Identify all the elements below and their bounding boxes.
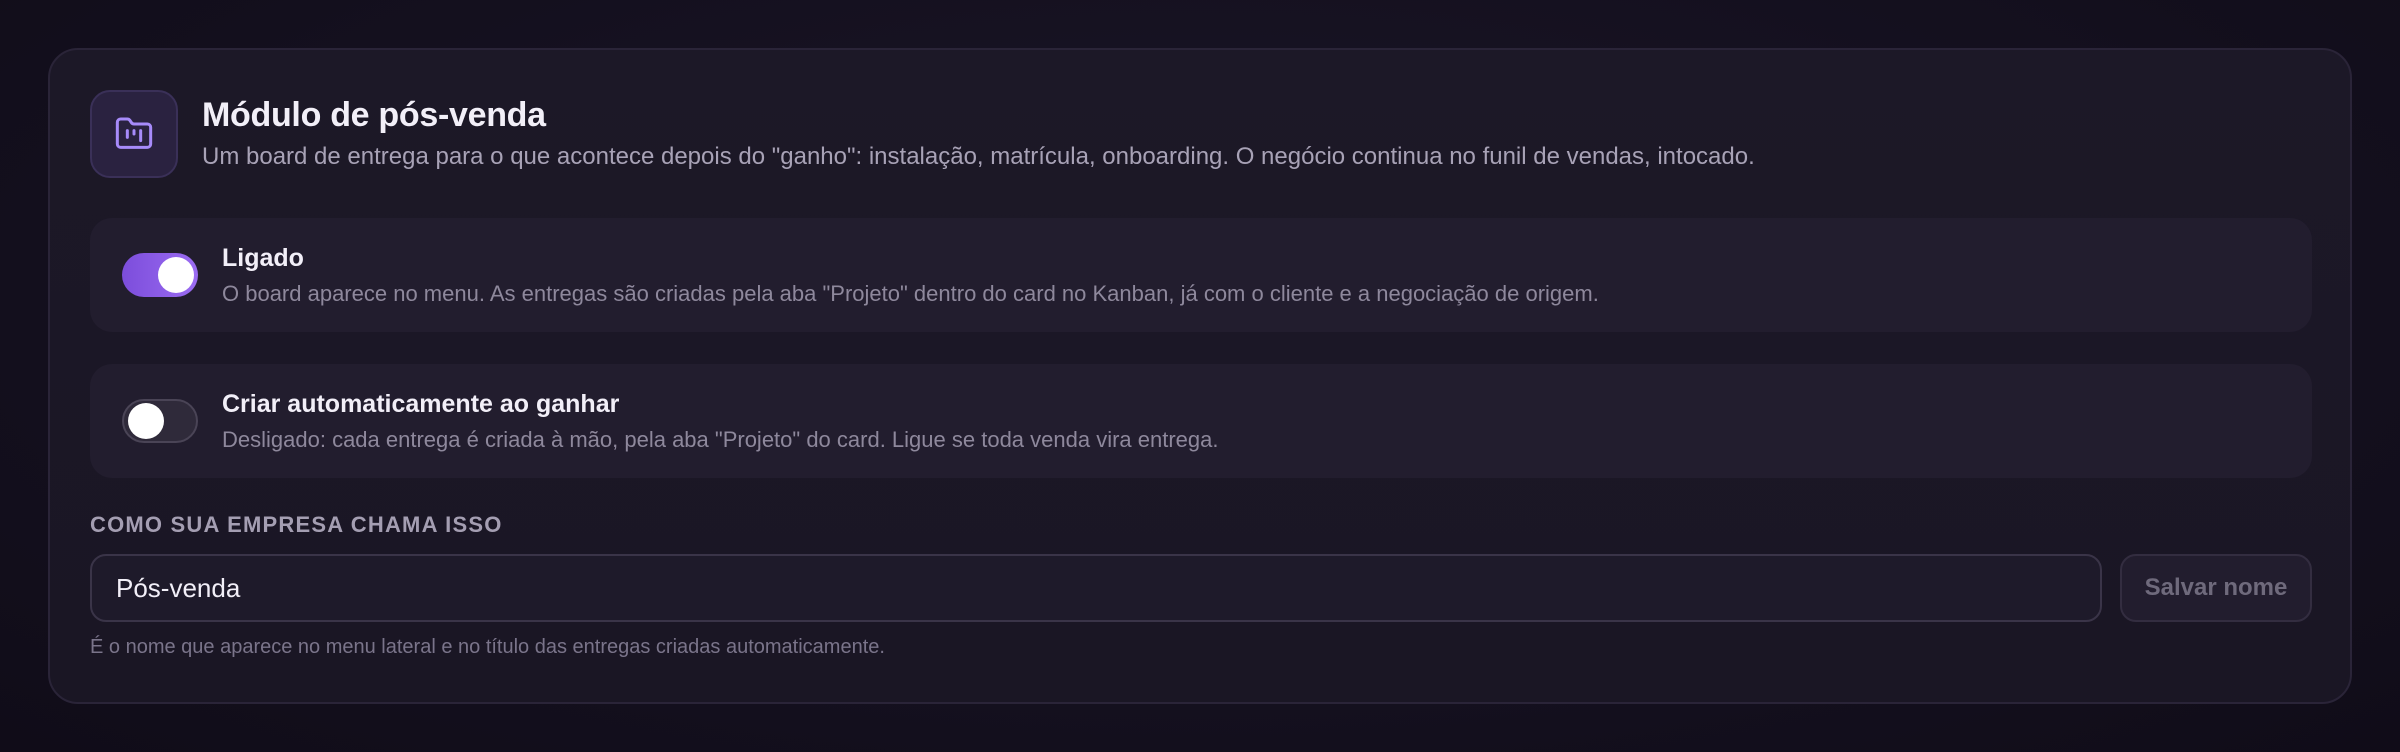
auto-create-toggle[interactable] — [122, 399, 198, 443]
enabled-description: O board aparece no menu. As entregas são… — [222, 280, 1599, 306]
auto-create-setting-row: Criar automaticamente ao ganhar Desligad… — [90, 364, 2312, 478]
enabled-title: Ligado — [222, 243, 304, 272]
naming-helper-text: É o nome que aparece no menu lateral e n… — [90, 636, 885, 658]
auto-create-title: Criar automaticamente ao ganhar — [222, 389, 620, 418]
module-header-text: Módulo de pós-venda Um board de entrega … — [202, 96, 1755, 171]
post-sale-module-card: Módulo de pós-venda Um board de entrega … — [48, 48, 2352, 704]
folder-kanban-icon — [90, 90, 178, 178]
auto-create-description: Desligado: cada entrega é criada à mão, … — [222, 426, 1219, 452]
save-name-button[interactable]: Salvar nome — [2120, 554, 2312, 622]
module-title: Módulo de pós-venda — [202, 96, 546, 134]
enabled-setting-row: Ligado O board aparece no menu. As entre… — [90, 218, 2312, 332]
toggle-knob — [128, 403, 164, 439]
enabled-setting-text: Ligado O board aparece no menu. As entre… — [222, 244, 1599, 307]
module-header: Módulo de pós-venda Um board de entrega … — [90, 90, 1755, 178]
auto-create-setting-text: Criar automaticamente ao ganhar Desligad… — [222, 390, 1219, 453]
module-subtitle: Um board de entrega para o que acontece … — [202, 143, 1755, 170]
naming-section-label: COMO SUA EMPRESA CHAMA ISSO — [90, 512, 503, 537]
toggle-knob — [158, 257, 194, 293]
enabled-toggle[interactable] — [122, 253, 198, 297]
module-name-input[interactable] — [90, 554, 2102, 622]
